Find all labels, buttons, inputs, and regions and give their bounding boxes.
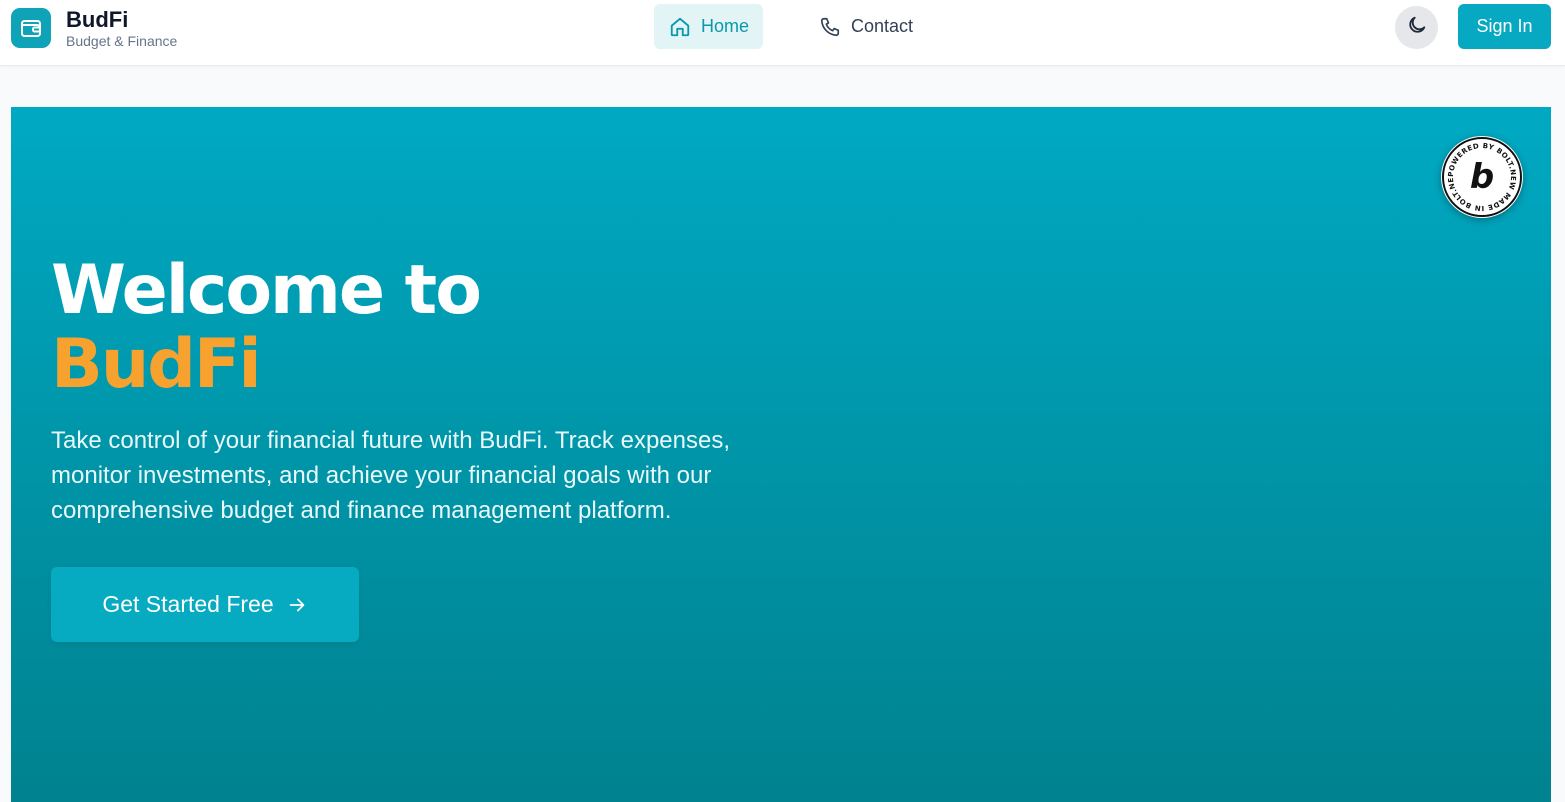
top-navbar: BudFi Budget & Finance Home Contact Sign… [0,0,1565,66]
moon-icon [1406,14,1428,41]
arrow-right-icon [286,594,308,616]
get-started-button[interactable]: Get Started Free [51,567,359,642]
nav-item-home[interactable]: Home [654,4,763,49]
bolt-badge-letter: b [1470,157,1494,197]
brand[interactable]: BudFi Budget & Finance [11,7,177,49]
get-started-label: Get Started Free [102,591,274,617]
hero-section: POWERED BY BOLT.NEW MADE IN BOLT.NEW b W… [11,107,1551,802]
theme-toggle-button[interactable] [1395,6,1438,49]
brand-text: BudFi Budget & Finance [66,7,177,49]
hero-title: Welcome to BudFi [51,251,482,404]
phone-icon [819,16,841,38]
bolt-badge-icon: POWERED BY BOLT.NEW MADE IN BOLT.NEW b [1437,130,1522,217]
hero-description: Take control of your financial future wi… [51,427,730,524]
home-icon [669,16,691,38]
nav-item-contact[interactable]: Contact [804,4,928,49]
nav-item-home-label: Home [701,16,750,36]
nav-item-contact-label: Contact [851,16,914,36]
brand-subtitle: Budget & Finance [66,33,178,49]
brand-name: BudFi [66,7,129,32]
sign-in-button[interactable]: Sign In [1458,4,1551,49]
wallet-icon [11,8,51,48]
bolt-badge[interactable]: POWERED BY BOLT.NEW MADE IN BOLT.NEW b [1437,130,1523,218]
hero-title-brand: BudFi [51,325,262,404]
hero-title-line1: Welcome to [51,251,482,330]
